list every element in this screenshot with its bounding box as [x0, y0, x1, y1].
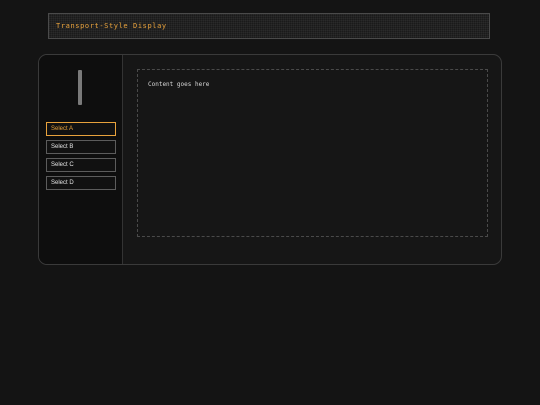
select-a-button[interactable]: Select A — [46, 122, 116, 136]
content-placeholder-text: Content goes here — [148, 81, 210, 88]
transport-display: Transport-Style Display — [48, 13, 490, 39]
content-area: Content goes here — [137, 69, 488, 237]
select-b-button[interactable]: Select B — [46, 140, 116, 154]
select-c-button[interactable]: Select C — [46, 158, 116, 172]
control-panel: Select A Select B Select C Select D Cont… — [38, 54, 502, 265]
slider-handle-icon[interactable] — [78, 70, 82, 105]
display-title: Transport-Style Display — [56, 22, 167, 30]
select-d-button[interactable]: Select D — [46, 176, 116, 190]
sidebar: Select A Select B Select C Select D — [39, 55, 123, 264]
